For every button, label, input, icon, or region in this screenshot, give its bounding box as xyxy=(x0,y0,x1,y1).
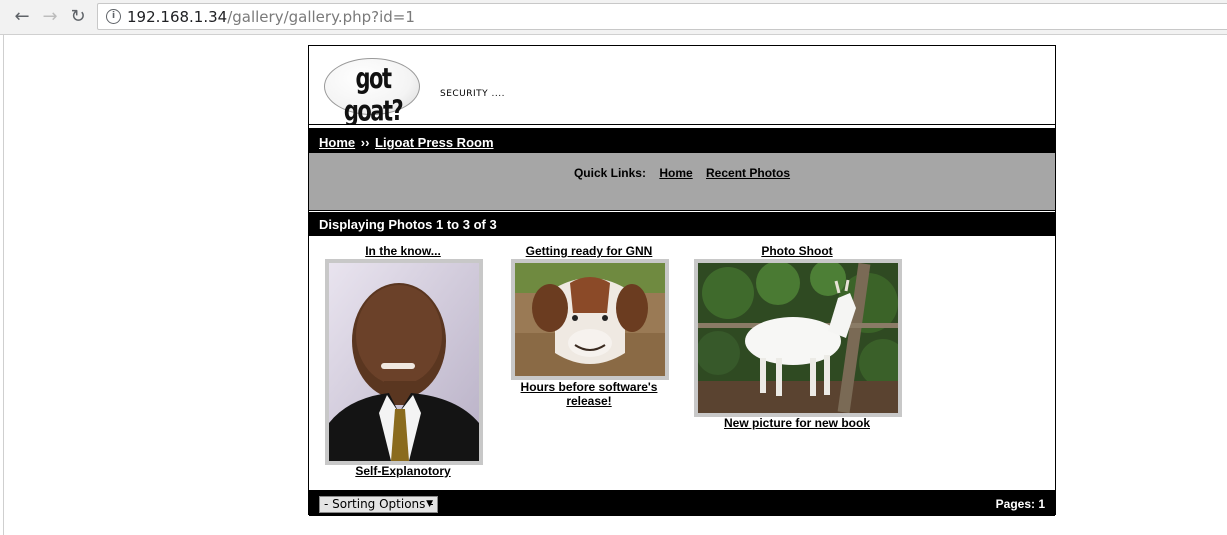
url-text[interactable]: 192.168.1.34/gallery/gallery.php?id=1 xyxy=(127,8,415,26)
site-header: got goat? SECURITY .... xyxy=(309,46,1055,128)
photo-item: Getting ready for GNN Hours before softw… xyxy=(505,244,673,414)
page-border xyxy=(3,35,4,535)
display-bar: Displaying Photos 1 to 3 of 3 xyxy=(309,212,1055,236)
back-button[interactable]: ← xyxy=(12,7,32,27)
photo-caption-link[interactable]: New picture for new book xyxy=(724,416,870,430)
forward-button[interactable]: → xyxy=(40,7,60,27)
photo-frame[interactable] xyxy=(325,259,483,465)
photo-caption-link[interactable]: Self-Explanotory xyxy=(355,464,450,478)
site-tagline: SECURITY .... xyxy=(440,89,505,99)
photo-item: In the know... Self-Explanotory xyxy=(319,244,487,484)
goat-closeup-photo xyxy=(515,263,665,376)
reload-button[interactable]: ↻ xyxy=(68,7,88,27)
display-count-text: Displaying Photos 1 to 3 of 3 xyxy=(319,217,497,232)
quick-link-home[interactable]: Home xyxy=(659,166,692,180)
white-goat-photo xyxy=(698,263,898,413)
breadcrumb-separator: ›› xyxy=(360,135,370,150)
chevron-down-icon: ▼ xyxy=(426,499,433,509)
breadcrumb-home-link[interactable]: Home xyxy=(319,135,355,150)
url-path: /gallery/gallery.php?id=1 xyxy=(227,8,415,26)
quick-links-panel: Quick Links: Home Recent Photos xyxy=(309,153,1055,211)
sorting-options-select[interactable]: - Sorting Options - ▼ xyxy=(319,496,438,513)
info-icon[interactable]: i xyxy=(106,9,121,24)
logo-text: got goat? xyxy=(343,62,404,128)
photo-frame[interactable] xyxy=(694,259,902,417)
photo-title-link[interactable]: Getting ready for GNN xyxy=(526,244,653,258)
sorting-options-label: - Sorting Options - xyxy=(324,497,434,511)
photo-item: Photo Shoot New picture for new book xyxy=(689,244,905,434)
photo-title-link[interactable]: In the know... xyxy=(365,244,441,258)
photo-title-link[interactable]: Photo Shoot xyxy=(761,244,832,258)
quick-link-recent-photos[interactable]: Recent Photos xyxy=(706,166,790,180)
quick-links-label: Quick Links: xyxy=(573,166,646,180)
address-bar[interactable]: i 192.168.1.34/gallery/gallery.php?id=1 xyxy=(97,3,1227,30)
pages-label: Pages: 1 xyxy=(995,497,1045,511)
site-logo[interactable]: got goat? xyxy=(324,58,420,127)
url-host: 192.168.1.34 xyxy=(127,8,228,26)
reload-icon: ↻ xyxy=(70,6,86,27)
arrow-left-icon: ← xyxy=(14,6,30,27)
photo-frame[interactable] xyxy=(511,259,669,380)
footer-bar: - Sorting Options - ▼ Pages: 1 xyxy=(309,490,1055,516)
breadcrumb: Home ›› Ligoat Press Room xyxy=(309,128,1055,154)
arrow-right-icon: → xyxy=(42,6,58,27)
gallery-container: got goat? SECURITY .... Home ›› Ligoat P… xyxy=(308,45,1056,516)
breadcrumb-current-link[interactable]: Ligoat Press Room xyxy=(375,135,493,150)
browser-toolbar: ← → ↻ i 192.168.1.34/gallery/gallery.php… xyxy=(0,0,1227,35)
portrait-photo xyxy=(329,263,479,461)
photo-caption-link[interactable]: Hours before software's release! xyxy=(521,380,658,408)
